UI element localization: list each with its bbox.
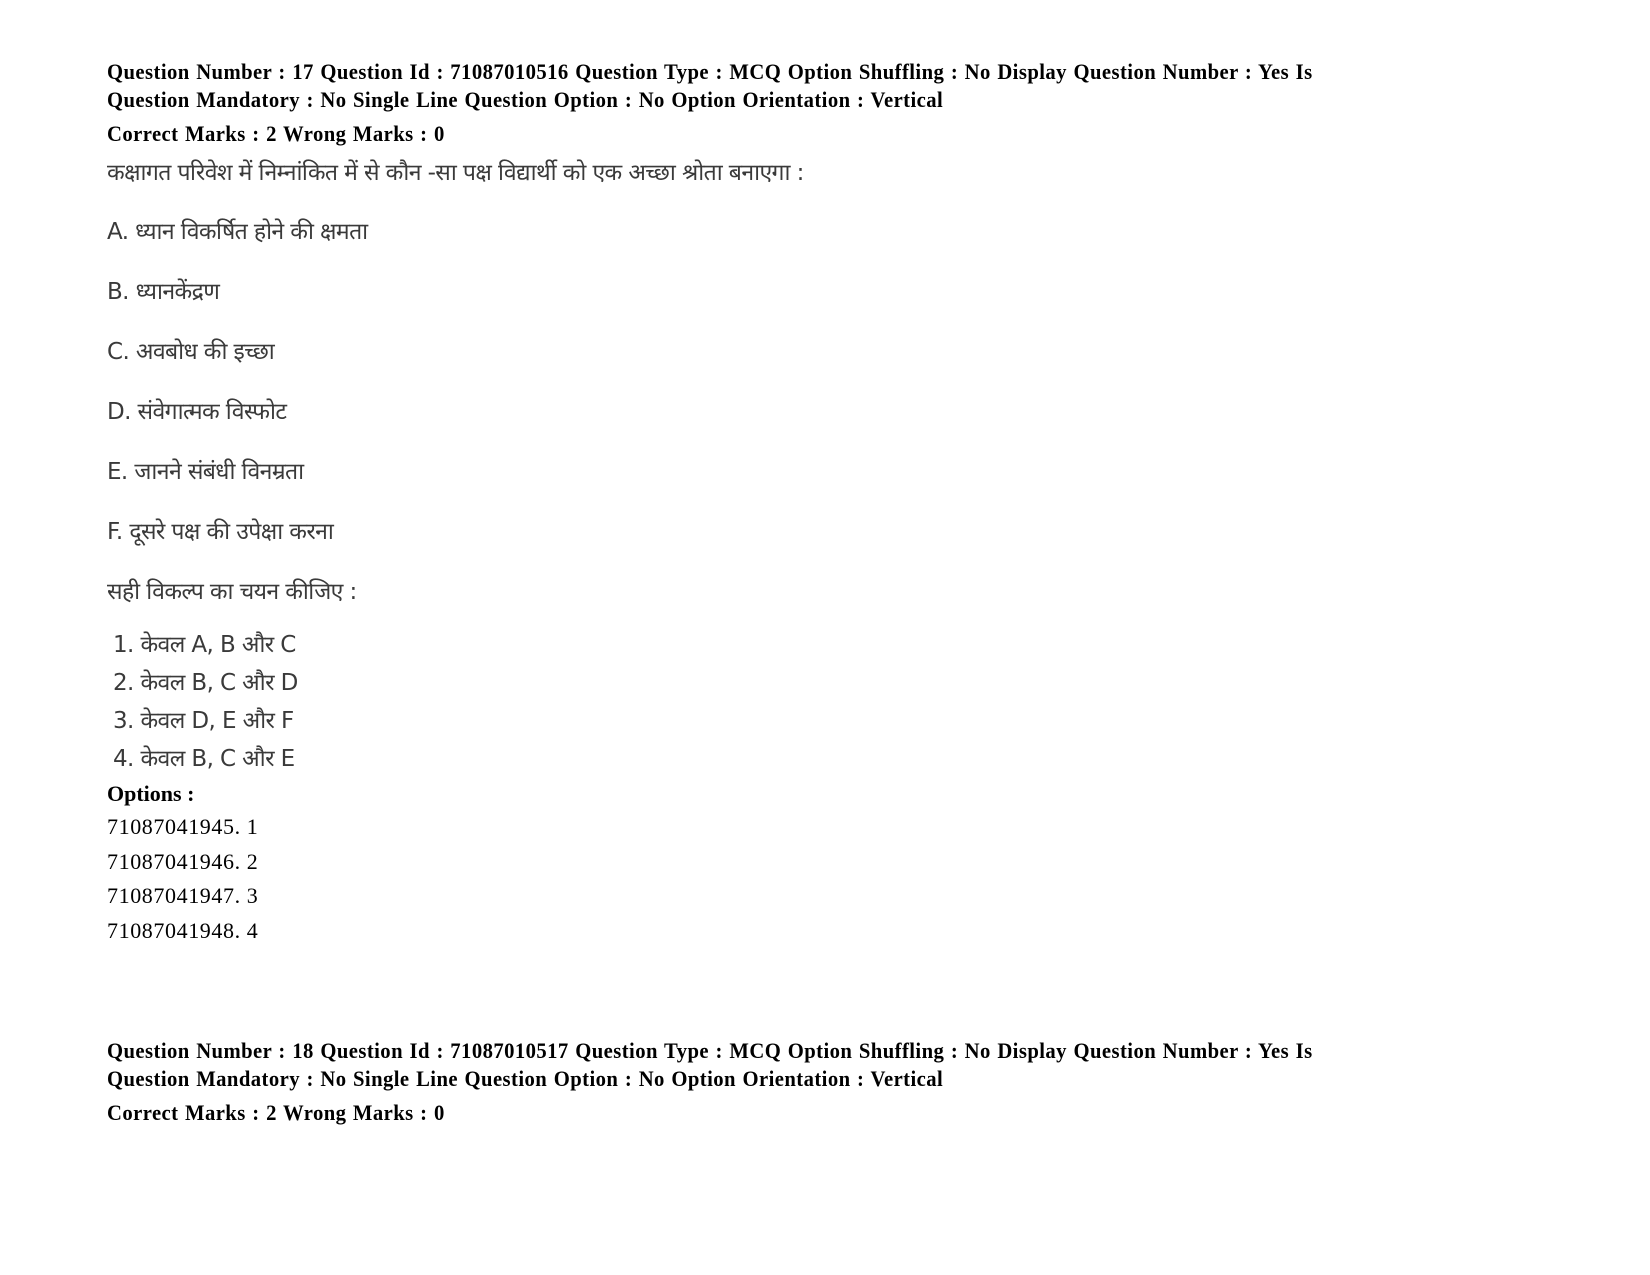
choose-prompt: सही विकल्प का चयन कीजिए : — [107, 579, 357, 605]
question-meta-line-1: Question Number : 17 Question Id : 71087… — [107, 59, 1313, 84]
question-marks: Correct Marks : 2 Wrong Marks : 0 — [107, 121, 445, 146]
choice-3: 3. केवल D, E और F — [113, 708, 294, 734]
question-meta-line-1: Question Number : 18 Question Id : 71087… — [107, 1038, 1313, 1063]
statement-d: D. संवेगात्मक विस्फोट — [107, 399, 287, 425]
option-id-1: 71087041945. 1 — [107, 814, 259, 839]
question-17-block: Question Number : 17 Question Id : 71087… — [107, 58, 1567, 948]
options-label: Options : — [107, 781, 195, 806]
choice-list: 1. केवल A, B और C 2. केवल B, C और D 3. क… — [107, 626, 1567, 778]
statement-f: F. दूसरे पक्ष की उपेक्षा करना — [107, 519, 334, 545]
question-stem: कक्षागत परिवेश में निम्नांकित में से कौन… — [107, 160, 804, 186]
statement-a: A. ध्यान विकर्षित होने की क्षमता — [107, 219, 368, 245]
statement-b: B. ध्यानकेंद्रण — [107, 279, 220, 305]
statement-c: C. अवबोध की इच्छा — [107, 339, 275, 365]
option-id-2: 71087041946. 2 — [107, 848, 259, 874]
statement-e: E. जानने संबंधी विनम्रता — [107, 459, 304, 485]
choice-1: 1. केवल A, B और C — [113, 632, 296, 658]
question-18-meta: Question Number : 18 Question Id : 71087… — [107, 1037, 1573, 1127]
question-18-block: Question Number : 18 Question Id : 71087… — [107, 1037, 1650, 1127]
question-marks: Correct Marks : 2 Wrong Marks : 0 — [107, 1100, 445, 1125]
option-id-list: 71087041945. 1 71087041946. 2 7108704194… — [107, 810, 1567, 948]
choice-2: 2. केवल B, C और D — [113, 670, 298, 696]
question-meta-line-2: Question Mandatory : No Single Line Ques… — [107, 87, 944, 112]
option-id-3: 71087041947. 3 — [107, 883, 259, 908]
choice-4: 4. केवल B, C और E — [113, 746, 295, 772]
statement-list: A. ध्यान विकर्षित होने की क्षमता B. ध्या… — [107, 214, 1567, 550]
question-17-meta: Question Number : 17 Question Id : 71087… — [107, 58, 1573, 148]
question-meta-line-2: Question Mandatory : No Single Line Ques… — [107, 1066, 944, 1091]
option-id-4: 71087041948. 4 — [107, 917, 259, 943]
